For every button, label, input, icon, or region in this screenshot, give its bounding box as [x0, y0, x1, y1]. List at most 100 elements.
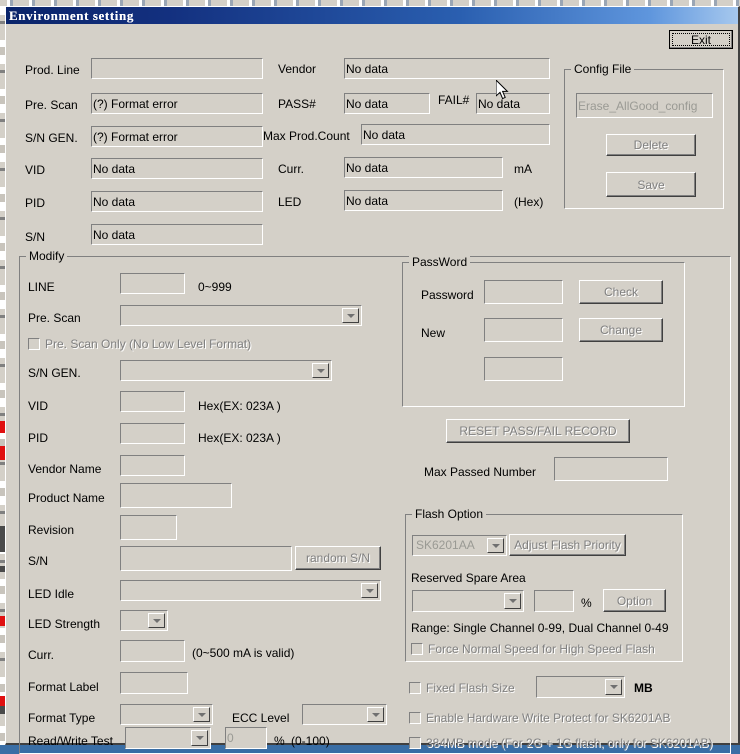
modify-vendor-name-input[interactable] [120, 455, 185, 476]
modify-read-write-test-combo[interactable] [125, 727, 211, 749]
modify-sn-gen-combo[interactable] [120, 360, 332, 381]
fixed-flash-size-combo[interactable] [536, 676, 625, 698]
force-normal-speed-checkbox-box[interactable] [411, 643, 423, 655]
chevron-down-icon[interactable] [487, 538, 504, 553]
modify-read-write-test-label: Read/Write Test [28, 734, 113, 748]
sn-gen-label: S/N GEN. [25, 131, 78, 145]
modify-format-type-combo[interactable] [120, 704, 213, 725]
title-bar[interactable]: Environment setting [6, 7, 738, 24]
save-config-label: Save [637, 177, 665, 192]
chevron-down-icon[interactable] [191, 730, 208, 746]
chevron-down-icon[interactable] [504, 593, 521, 609]
modify-vid-input[interactable] [120, 391, 185, 412]
modify-revision-input[interactable] [120, 515, 177, 540]
mode-384mb-checkbox-box[interactable] [409, 737, 421, 749]
fixed-flash-size-checkbox[interactable]: Fixed Flash Size [409, 681, 515, 695]
modify-sn-label: S/N [28, 554, 49, 568]
pre-scan-label: Pre. Scan [25, 98, 78, 112]
flash-option-group-label: Flash Option [412, 507, 487, 521]
mode-384mb-label: 384MB mode (For 2G + 1G flash, only for … [426, 736, 713, 750]
random-sn-button[interactable]: random S/N [295, 546, 381, 570]
current-field[interactable] [344, 157, 503, 178]
modify-led-strength-label: LED Strength [28, 617, 101, 631]
sn-field[interactable] [91, 224, 263, 245]
modify-product-name-label: Product Name [28, 491, 105, 505]
modify-line-label: LINE [28, 280, 55, 294]
reserved-spare-option-label: Option [616, 593, 653, 608]
modify-pid-input[interactable] [120, 423, 185, 444]
chevron-down-icon[interactable] [342, 308, 359, 323]
reset-pass-fail-record-button[interactable]: RESET PASS/FAIL RECORD [446, 419, 630, 443]
flash-chip-value: SK6201AA [416, 538, 475, 552]
chevron-down-icon[interactable] [361, 583, 378, 598]
fail-count-label: FAIL# [438, 93, 470, 107]
fixed-flash-size-label: Fixed Flash Size [426, 681, 515, 695]
config-file-field[interactable] [576, 93, 713, 118]
chevron-down-icon[interactable] [193, 707, 210, 722]
password-check-button[interactable]: Check [579, 280, 663, 304]
modify-pre-scan-label: Pre. Scan [28, 311, 81, 325]
window-title: Environment setting [9, 7, 134, 23]
max-prod-count-field[interactable] [361, 124, 550, 145]
fail-count-field[interactable] [476, 93, 550, 114]
modify-led-idle-combo[interactable] [120, 580, 381, 601]
modify-led-strength-combo[interactable] [120, 610, 168, 631]
new-password-input[interactable] [484, 318, 563, 342]
adjust-flash-priority-label: Adjust Flash Priority [514, 538, 621, 552]
reserved-spare-area-combo[interactable] [412, 590, 524, 612]
hardware-write-protect-checkbox[interactable]: Enable Hardware Write Protect for SK6201… [409, 711, 671, 725]
max-passed-number-label: Max Passed Number [424, 465, 537, 479]
flash-chip-combo[interactable]: SK6201AA [412, 535, 507, 556]
force-normal-speed-label: Force Normal Speed for High Speed Flash [428, 642, 655, 656]
reserved-spare-percent-sign: % [581, 596, 592, 610]
vendor-label: Vendor [278, 62, 317, 76]
pid-field[interactable] [91, 191, 263, 212]
pass-count-field[interactable] [344, 93, 430, 114]
save-config-button[interactable]: Save [606, 172, 696, 197]
environment-setting-dialog: Environment setting Exit Prod. Line Pre.… [5, 6, 740, 754]
delete-config-label: Delete [633, 138, 669, 152]
adjust-flash-priority-button[interactable]: Adjust Flash Priority [509, 534, 626, 556]
pre-scan-only-checkbox[interactable]: Pre. Scan Only (No Low Level Format) [28, 337, 251, 351]
exit-button[interactable]: Exit [669, 30, 733, 49]
modify-percent-sign: % [274, 734, 285, 748]
chevron-down-icon[interactable] [148, 613, 165, 628]
modify-line-input[interactable] [120, 273, 185, 294]
password-input[interactable] [484, 280, 563, 304]
chevron-down-icon[interactable] [605, 679, 622, 695]
reset-pass-fail-record-label: RESET PASS/FAIL RECORD [459, 424, 617, 438]
modify-pre-scan-combo[interactable] [120, 305, 362, 326]
hardware-write-protect-checkbox-box[interactable] [409, 712, 421, 724]
max-passed-number-input[interactable] [554, 457, 668, 481]
modify-read-write-percent-input[interactable] [225, 727, 267, 749]
modify-product-name-input[interactable] [120, 483, 232, 508]
reserved-spare-option-button[interactable]: Option [603, 589, 666, 612]
delete-config-button[interactable]: Delete [606, 134, 696, 156]
pid-label: PID [25, 196, 46, 210]
chevron-down-icon[interactable] [367, 707, 384, 722]
new-password-label: New [421, 326, 446, 340]
pre-scan-field[interactable] [91, 93, 263, 114]
sn-gen-field[interactable] [91, 126, 263, 147]
modify-pid-hint: Hex(EX: 023A ) [198, 431, 281, 445]
reserved-spare-percent-input[interactable] [534, 590, 574, 612]
modify-format-label-input[interactable] [120, 672, 188, 694]
modify-curr-label: Curr. [28, 648, 55, 662]
modify-sn-input[interactable] [120, 546, 292, 571]
vid-field[interactable] [91, 158, 263, 179]
password-change-button[interactable]: Change [579, 318, 663, 342]
led-field[interactable] [344, 190, 503, 211]
mode-384mb-checkbox[interactable]: 384MB mode (For 2G + 1G flash, only for … [409, 736, 712, 750]
confirm-password-input[interactable] [484, 357, 563, 381]
modify-curr-input[interactable] [120, 640, 185, 662]
modify-ecc-level-combo[interactable] [302, 704, 387, 725]
chevron-down-icon[interactable] [312, 363, 329, 378]
prod-line-field[interactable] [91, 58, 263, 79]
modify-line-hint: 0~999 [198, 280, 232, 294]
reserved-spare-range-note: Range: Single Channel 0-99, Dual Channel… [411, 621, 669, 635]
vendor-field[interactable] [344, 58, 550, 79]
mb-unit-label: MB [634, 681, 653, 695]
force-normal-speed-checkbox[interactable]: Force Normal Speed for High Speed Flash [411, 642, 655, 656]
pre-scan-only-checkbox-box[interactable] [28, 338, 40, 350]
fixed-flash-size-checkbox-box[interactable] [409, 682, 421, 694]
